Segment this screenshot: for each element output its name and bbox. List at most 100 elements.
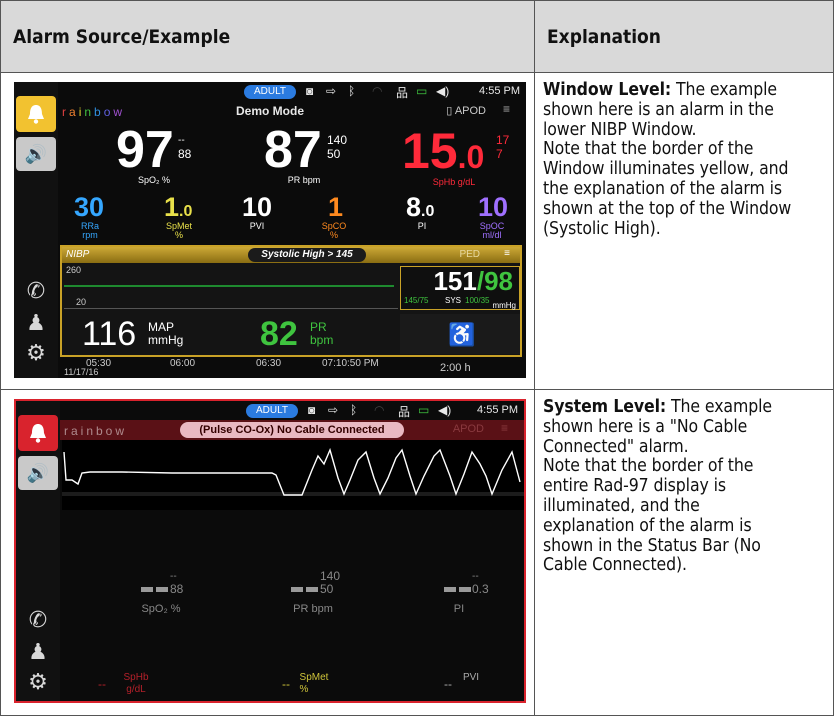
window-level-explanation: Window Level: The example shown here is … [534, 72, 834, 390]
spo2-high-limit: -- [170, 571, 177, 582]
rainbow-logo: rainbow [64, 424, 128, 438]
export-icon: ⇨ [328, 403, 339, 417]
expl-line: Connected" alarm. [543, 436, 689, 457]
spo2-value: 97 [116, 121, 174, 179]
nibp-start-button[interactable]: ♿ [400, 314, 520, 354]
time-axis: 05:30 11/17/16 06:00 06:30 07:10:50 PM 2… [60, 358, 522, 378]
add-patient-icon[interactable]: ♟ [24, 310, 48, 336]
adult-mode-badge[interactable]: ADULT [244, 85, 296, 99]
network-icon: 品 [398, 405, 411, 419]
battery-icon: ▭ [418, 403, 430, 417]
header-alarm-source-text: Alarm Source/Example [13, 25, 231, 48]
clock: 4:55 PM [477, 404, 518, 416]
speaker-icon: 🔊 [24, 143, 48, 164]
sidebar: 🔊 ✆ ♟ ⚙ [14, 82, 58, 378]
nibp-cuff-icon: ♿ [448, 322, 476, 347]
volume-icon: ◀) [438, 403, 452, 417]
sphb-unit: g/dL [126, 684, 146, 695]
trend-interval[interactable]: 2:00 h [440, 362, 471, 374]
pvi-value: 10 [242, 192, 273, 222]
map-unit: mmHg [148, 333, 184, 347]
expl-line: shown here is an alarm in the [543, 99, 774, 120]
expl-line: illuminated, and the [543, 495, 700, 516]
pr-low-limit: 50 [320, 582, 334, 596]
bp-readout: 151/98 145/75 SYS 100/35 mmHg [400, 266, 520, 310]
map-value: 116 [82, 315, 137, 353]
no-cable-alarm-badge: (Pulse CO-Ox) No Cable Connected [180, 422, 404, 438]
pvi-label: PVI [249, 221, 265, 231]
sys-label: SYS [445, 296, 462, 305]
battery-icon: ▭ [416, 84, 428, 98]
pr-high-limit: 140 [327, 133, 348, 147]
network-icon: 品 [396, 86, 409, 100]
alarm-table: Alarm Source/Example Explanation Window … [0, 0, 834, 716]
sphb-high-limit: 17 [496, 133, 510, 147]
pi-int: 8 [406, 192, 422, 222]
add-patient-icon[interactable]: ♟ [26, 639, 50, 665]
spo2-dash [156, 587, 168, 592]
sphb-low-limit: 7 [496, 147, 503, 161]
systolic-high-alarm-badge: Systolic High > 145 [248, 248, 366, 262]
pr-value: 87 [264, 121, 322, 179]
phone-icon[interactable]: ✆ [26, 607, 50, 633]
monitor-screen-window-alarm: 🔊 ✆ ♟ ⚙ ADULT ◙ ⇨ ᛒ ◠ 品 ▭ ◀) 4:55 PM rai… [14, 82, 526, 378]
sidebar: 🔊 ✆ ♟ ⚙ [16, 401, 60, 701]
trend-high-scale: 260 [66, 265, 82, 275]
bp-value: 151/98 [433, 267, 513, 295]
system-level-title: System Level: [543, 397, 667, 417]
wifi-icon: ◠ [372, 84, 383, 98]
expl-line: The example [671, 397, 772, 417]
time-tick: 06:30 [256, 358, 282, 369]
expl-line: shown in the Status Bar (No [543, 535, 761, 556]
expl-line: the explanation of the alarm is [543, 178, 782, 199]
nibp-window[interactable]: NIBP Systolic High > 145 PED ≡ 260 20 15… [60, 245, 522, 357]
menu-chevron-icon[interactable]: ≡ [503, 102, 510, 116]
monitor-screen-system-alarm: 🔊 ✆ ♟ ⚙ ADULT ◙ ⇨ ᛒ ◠ 品 ▭ ◀) 4:55 PM rai… [14, 399, 526, 703]
date-label: 11/17/16 [64, 367, 99, 377]
sphb-dec: .0 [457, 139, 485, 175]
spo2-low-limit: 88 [178, 147, 192, 161]
monitor-icon: ◙ [306, 84, 314, 98]
spmet-label: SpMet [299, 672, 329, 683]
spo2-label: SpO₂ % [141, 603, 181, 615]
system-level-explanation: System Level: The example shown here is … [534, 389, 834, 716]
apod-label: APOD [452, 423, 484, 435]
adult-mode-badge[interactable]: ADULT [246, 404, 298, 418]
pleth-waveform [62, 440, 524, 510]
phone-icon[interactable]: ✆ [24, 278, 48, 304]
sphb-dash: -- [98, 677, 106, 691]
trend-line [64, 285, 394, 287]
pvi-dash: -- [444, 677, 452, 691]
status-bar: ADULT ◙ ⇨ ᛒ ◠ 品 ▭ ◀) 4:55 PM [58, 82, 526, 102]
map-label: MAP [148, 320, 175, 334]
expl-line: explanation of the alarm is [543, 515, 752, 536]
expl-line: Window illuminates yellow, and [543, 159, 789, 180]
nibp-label: NIBP [66, 249, 90, 260]
spo2-label: SpO₂ % [137, 175, 170, 185]
nibp-pr-unit: bpm [310, 333, 334, 347]
settings-gear-icon[interactable]: ⚙ [26, 669, 50, 695]
bluetooth-icon: ᛒ [350, 403, 358, 417]
spco-value: 1 [328, 192, 344, 222]
menu-chevron-icon[interactable]: ≡ [501, 421, 508, 435]
spmet-value: 1.0 [164, 194, 192, 221]
spmet-unit: % [299, 684, 309, 695]
diastolic-number: 98 [484, 266, 513, 296]
sys-limits: 100/35 [465, 296, 490, 305]
pi-label: PI [453, 603, 465, 615]
audio-button[interactable]: 🔊 [16, 137, 56, 171]
audio-button[interactable]: 🔊 [18, 456, 58, 490]
spo2-low-limit: 88 [170, 582, 184, 596]
pr-label: PR bpm [293, 603, 333, 615]
alarm-bell-button[interactable] [18, 415, 58, 451]
nibp-menu-icon[interactable]: ≡ [504, 248, 510, 259]
bell-icon [30, 424, 46, 443]
pi-high-limit: -- [472, 571, 479, 582]
pi-dash [444, 587, 456, 592]
expl-line: Cable Connected). [543, 555, 687, 576]
ped-label: PED [459, 249, 480, 260]
spco-unit: % [329, 230, 338, 240]
diastolic-value: /98 [476, 266, 513, 296]
systolic-value: 151 [433, 266, 477, 296]
settings-gear-icon[interactable]: ⚙ [24, 340, 48, 366]
